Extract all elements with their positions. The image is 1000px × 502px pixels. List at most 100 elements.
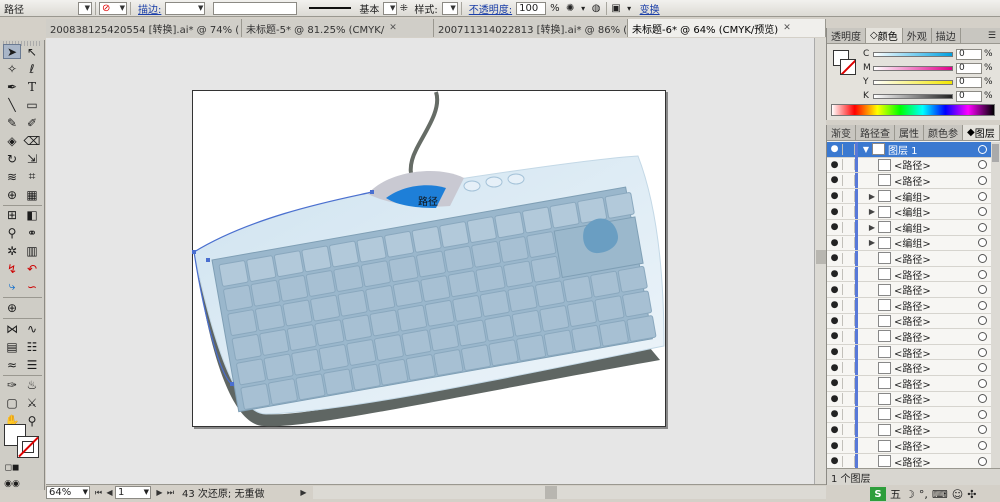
- fill-color-dropdown[interactable]: ▼: [78, 1, 92, 15]
- first-artboard-icon[interactable]: ⏮: [93, 486, 104, 499]
- tab-attributes[interactable]: 属性: [895, 125, 924, 140]
- lock-toggle[interactable]: [842, 268, 855, 280]
- tab-pathfinder[interactable]: 路径查: [856, 125, 895, 140]
- canvas-area[interactable]: 路径: [46, 38, 814, 484]
- opacity-input[interactable]: 100: [516, 1, 547, 15]
- visibility-eye-icon[interactable]: ●: [827, 300, 842, 310]
- lock-toggle[interactable]: [842, 299, 855, 311]
- visibility-eye-icon[interactable]: ●: [827, 456, 842, 466]
- ime-mode[interactable]: 五: [890, 486, 901, 502]
- target-circle-icon[interactable]: [978, 409, 987, 419]
- rotate-tool-icon[interactable]: ↻: [3, 151, 21, 166]
- direct-selection-tool-icon[interactable]: ↖: [23, 44, 41, 59]
- eyedropper-icon[interactable]: ✑: [3, 377, 21, 392]
- lock-toggle[interactable]: [842, 330, 855, 342]
- stroke-swatch[interactable]: [17, 436, 39, 458]
- visibility-eye-icon[interactable]: ●: [827, 409, 842, 419]
- stroke-weight-input[interactable]: ▼: [165, 1, 206, 15]
- reshape-tool-icon[interactable]: ↶: [23, 261, 41, 276]
- lock-toggle[interactable]: [842, 159, 855, 171]
- selection-tool-icon[interactable]: ➤: [3, 44, 21, 59]
- smooth-tool-icon[interactable]: ∽: [23, 279, 41, 294]
- expand-arrow-icon[interactable]: ▶: [866, 207, 878, 216]
- pen-tool-icon[interactable]: ✒: [3, 79, 21, 94]
- envelope-tool-icon[interactable]: ⋈: [3, 321, 21, 336]
- visibility-eye-icon[interactable]: ●: [827, 144, 842, 154]
- lock-toggle[interactable]: [842, 362, 855, 374]
- cyan-value[interactable]: 0: [956, 48, 982, 60]
- perspective-grid-tool-icon[interactable]: ▦: [23, 187, 41, 202]
- tab-gradient[interactable]: 渐变: [827, 125, 856, 140]
- lock-toggle[interactable]: [842, 174, 855, 186]
- tab-color[interactable]: ◇ 颜色: [866, 28, 903, 43]
- target-circle-icon[interactable]: [978, 378, 987, 388]
- recolor-icon[interactable]: ✺: [564, 2, 577, 15]
- punctuation-icon[interactable]: °,: [919, 488, 928, 501]
- graph-tool-icon[interactable]: ▤: [3, 339, 21, 354]
- target-circle-icon[interactable]: [978, 331, 987, 341]
- grid-icon[interactable]: ⁜: [397, 2, 410, 15]
- layer-row[interactable]: ● ▼ 图层 1: [827, 142, 1000, 158]
- visibility-eye-icon[interactable]: ●: [827, 378, 842, 388]
- sublayer-row[interactable]: ● <路径>: [827, 313, 1000, 330]
- eyedropper-tool-icon[interactable]: ⚲: [3, 225, 21, 240]
- lock-toggle[interactable]: [842, 455, 855, 467]
- sublayer-row[interactable]: ● ▶ <编组>: [827, 235, 1000, 252]
- last-artboard-icon[interactable]: ⏭: [165, 486, 176, 499]
- lock-toggle[interactable]: [842, 221, 855, 233]
- sublayer-row[interactable]: ● <路径>: [827, 422, 1000, 439]
- cyan-slider[interactable]: [873, 51, 953, 57]
- lock-toggle[interactable]: [842, 440, 855, 452]
- sublayer-row[interactable]: ● <路径>: [827, 438, 1000, 454]
- magic-wand-tool-icon[interactable]: ✧: [3, 61, 21, 76]
- tab-stroke[interactable]: 描边: [932, 28, 961, 43]
- target-circle-icon[interactable]: [978, 425, 987, 435]
- keyboard-icon[interactable]: ⌨: [932, 488, 948, 501]
- close-icon[interactable]: ✕: [783, 23, 791, 33]
- free-transform-tool-icon[interactable]: ⌗: [23, 169, 41, 184]
- stroke-color-dropdown[interactable]: ⊘ ▼: [99, 1, 127, 15]
- mesh-tool-icon[interactable]: ⊞: [3, 207, 21, 222]
- zoom-dropdown[interactable]: 64% ▼: [46, 486, 90, 499]
- target-circle-icon[interactable]: [978, 269, 987, 279]
- slice-tool-icon[interactable]: ⚔: [23, 395, 41, 410]
- magenta-value[interactable]: 0: [956, 62, 982, 74]
- visibility-eye-icon[interactable]: ●: [827, 160, 842, 170]
- pencil-tool-icon[interactable]: ✐: [23, 115, 41, 130]
- layers-scrollbar[interactable]: [991, 142, 1000, 468]
- opacity-label[interactable]: 不透明度:: [465, 1, 516, 16]
- yellow-value[interactable]: 0: [956, 76, 982, 88]
- visibility-eye-icon[interactable]: ●: [827, 363, 842, 373]
- blend-tool-icon[interactable]: ⚭: [23, 225, 41, 240]
- doc-tab-active[interactable]: 未标题-6* @ 64% (CMYK/预览) ✕: [628, 19, 826, 37]
- sublayer-row[interactable]: ● ▶ <编组>: [827, 204, 1000, 220]
- drawing-mode-icon[interactable]: ◉◉: [3, 476, 21, 491]
- sublayer-row[interactable]: ● ▶ <编组>: [827, 219, 1000, 236]
- visibility-eye-icon[interactable]: ●: [827, 253, 842, 263]
- visibility-eye-icon[interactable]: ●: [827, 394, 842, 404]
- target-circle-icon[interactable]: [978, 441, 987, 451]
- sublayer-row[interactable]: ● <路径>: [827, 406, 1000, 423]
- sublayer-row[interactable]: ● <路径>: [827, 172, 1000, 189]
- target-circle-icon[interactable]: [978, 207, 987, 217]
- brush-dropdown[interactable]: ▼: [383, 1, 398, 15]
- target-circle-icon[interactable]: [978, 347, 987, 357]
- target-circle-icon[interactable]: [978, 285, 987, 295]
- symbol-sprayer-tool-icon[interactable]: ✲: [3, 243, 21, 258]
- sublayer-row[interactable]: ● <路径>: [827, 282, 1000, 298]
- vertical-scrollbar[interactable]: [814, 38, 826, 484]
- target-circle-icon[interactable]: [978, 253, 987, 263]
- sublayer-row[interactable]: ● <路径>: [827, 266, 1000, 283]
- sublayer-row[interactable]: ● <路径>: [827, 344, 1000, 361]
- doc-tab-1[interactable]: 20083812542055​4 [转换].ai* @ 74% (✕: [46, 19, 242, 37]
- visibility-eye-icon[interactable]: ●: [827, 222, 842, 232]
- live-paint-icon[interactable]: ♨: [23, 377, 41, 392]
- sublayer-row[interactable]: ● <路径>: [827, 391, 1000, 408]
- close-icon[interactable]: ✕: [389, 23, 397, 33]
- line-tool-icon[interactable]: ╲: [3, 97, 21, 112]
- target-circle-icon[interactable]: [978, 238, 987, 248]
- lock-toggle[interactable]: [842, 190, 855, 202]
- cyan-slider-row[interactable]: C 0 %: [863, 48, 993, 60]
- width-tool-icon[interactable]: ↯: [3, 261, 21, 276]
- paintbrush-tool-icon[interactable]: ✎: [3, 115, 21, 130]
